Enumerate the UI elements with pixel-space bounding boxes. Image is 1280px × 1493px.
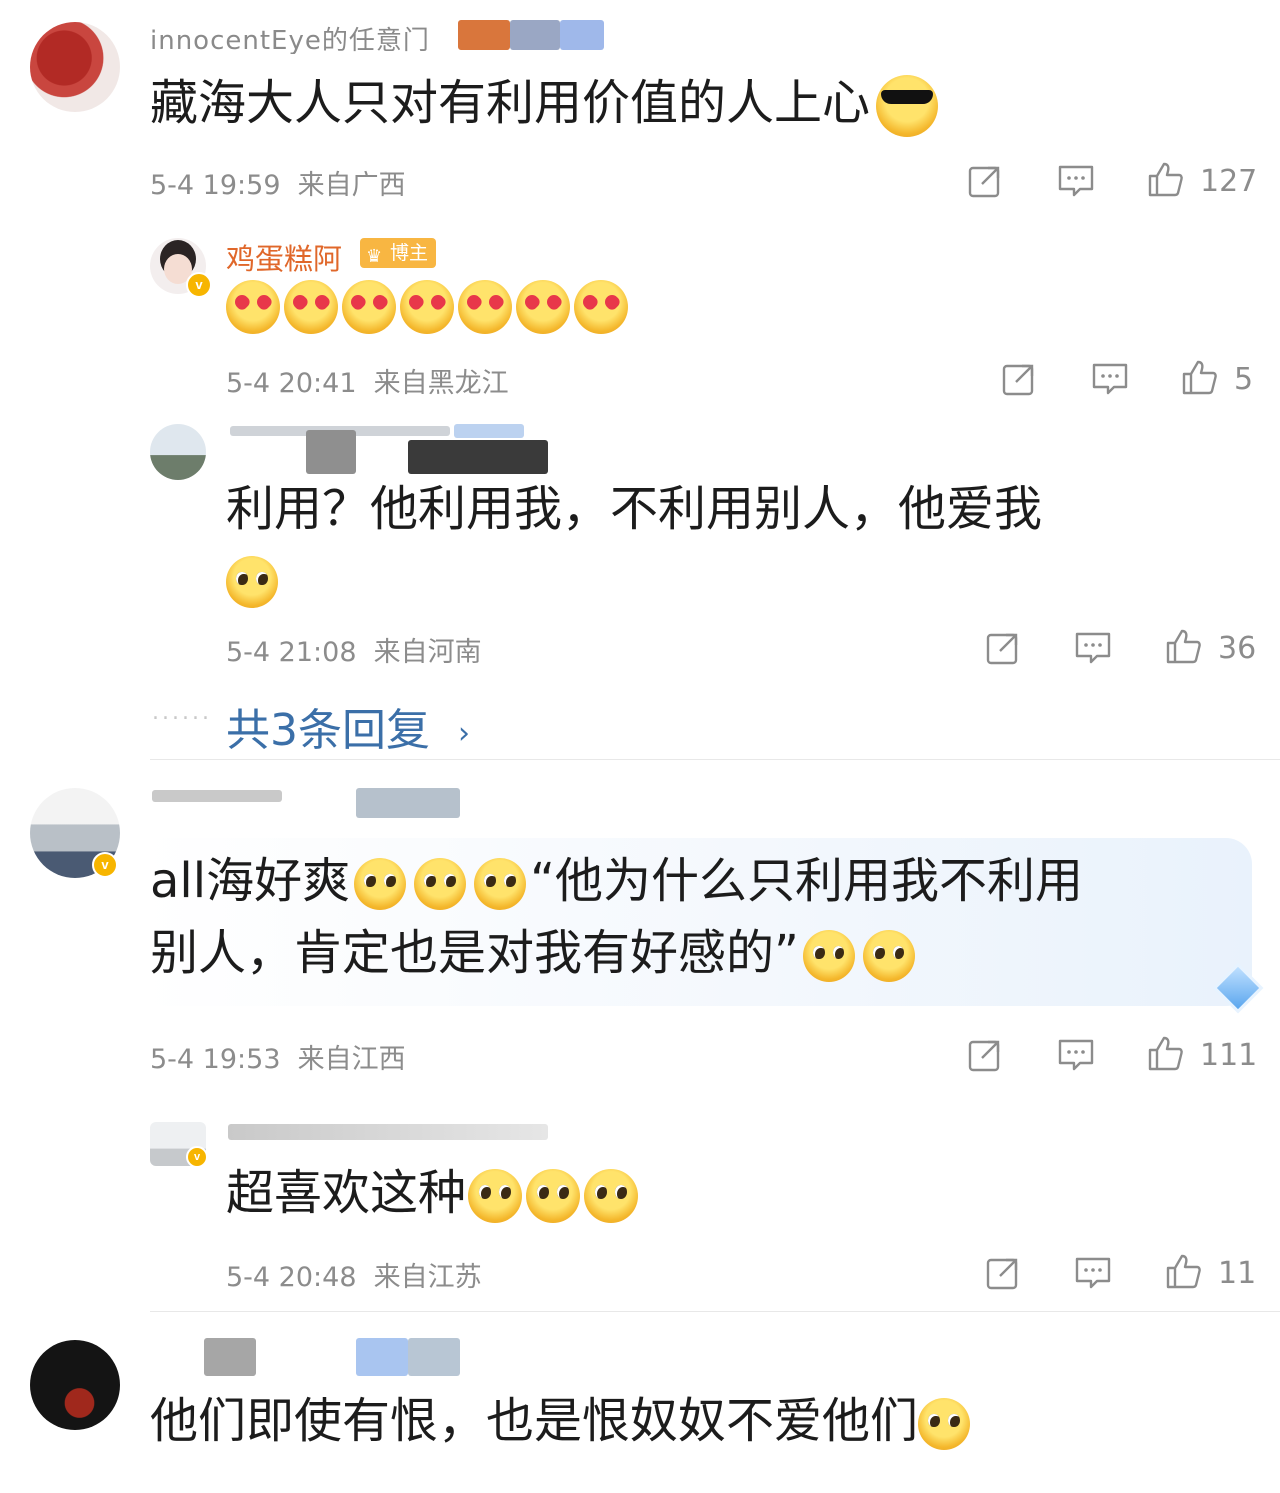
comment-text-body: 超喜欢这种 xyxy=(226,1165,467,1221)
comment-icon[interactable] xyxy=(1074,629,1112,667)
username-mask xyxy=(228,1124,548,1140)
timestamp: 5-4 20:48 xyxy=(226,1262,357,1293)
sweat-smile-emoji-icon xyxy=(354,858,407,910)
username-mask xyxy=(454,424,524,438)
comment-text-body: 利用？他利用我，不利用别人，他爱我 xyxy=(226,481,1043,537)
username-mask xyxy=(560,20,604,50)
like-count: 5 xyxy=(1234,362,1254,397)
dots-decoration: ...... xyxy=(152,700,212,725)
comment-text: 利用？他利用我，不利用别人，他爱我 xyxy=(226,474,1246,614)
thumbs-up-icon[interactable] xyxy=(1164,1252,1202,1290)
like-count: 111 xyxy=(1200,1038,1258,1073)
avatar[interactable] xyxy=(30,22,120,112)
thumbs-up-icon[interactable] xyxy=(1164,627,1202,665)
more-replies-label: 共3条回复 xyxy=(226,705,430,756)
comment-text: 超喜欢这种 xyxy=(226,1158,639,1228)
timestamp: 5-4 21:08 xyxy=(226,637,357,668)
comment-text: 他们即使有恨，也是恨奴奴不爱他们 xyxy=(150,1386,971,1456)
heart-eyes-emoji-icon xyxy=(226,280,280,334)
heart-eyes-emoji-row xyxy=(226,280,628,334)
comment-icon[interactable] xyxy=(1057,1036,1095,1074)
sweat-smile-emoji-icon xyxy=(474,858,527,910)
share-icon[interactable] xyxy=(966,162,1004,200)
share-icon[interactable] xyxy=(966,1036,1004,1074)
comment-text-line2: 别人，肯定也是对我有好感的” xyxy=(150,918,919,988)
heart-eyes-emoji-icon xyxy=(400,280,454,334)
comment-meta: 5-4 20:41 来自黑龙江 xyxy=(226,361,509,400)
popcorn-emoji-icon xyxy=(918,1398,971,1450)
verified-badge-icon: v xyxy=(92,852,118,878)
divider xyxy=(150,759,1280,760)
avatar[interactable] xyxy=(30,1340,120,1430)
sweat-smile-emoji-icon xyxy=(414,858,467,910)
timestamp: 5-4 19:53 xyxy=(150,1044,281,1075)
comment-meta: 5-4 21:08 来自河南 xyxy=(226,630,482,669)
comment-meta: 5-4 19:53 来自江西 xyxy=(150,1037,406,1076)
like-count: 36 xyxy=(1218,631,1257,666)
fade-overlay xyxy=(1000,1390,1280,1493)
laughing-crying-emoji-icon xyxy=(468,1169,523,1223)
username[interactable]: innocentEye的任意门 xyxy=(150,20,450,54)
username-mask xyxy=(306,430,356,474)
location: 来自黑龙江 xyxy=(373,368,509,399)
verified-badge-icon: v xyxy=(186,1146,208,1168)
laughing-crying-emoji-icon xyxy=(526,1169,581,1223)
username-mask xyxy=(510,20,560,50)
thumbs-up-icon[interactable] xyxy=(1146,1034,1184,1072)
comment-icon[interactable] xyxy=(1074,1254,1112,1292)
username-mask xyxy=(458,20,510,50)
pleading-emoji-icon xyxy=(802,930,855,982)
like-count: 127 xyxy=(1200,164,1258,199)
share-icon[interactable] xyxy=(1000,360,1038,398)
avatar[interactable] xyxy=(150,424,206,480)
comment-meta: 5-4 20:48 来自江苏 xyxy=(226,1255,482,1294)
crown-icon: ♛ xyxy=(366,246,383,267)
timestamp: 5-4 20:41 xyxy=(226,368,357,399)
heart-eyes-emoji-icon xyxy=(458,280,512,334)
like-count: 11 xyxy=(1218,1256,1257,1291)
comment-text-body: 藏海大人只对有利用价值的人上心 xyxy=(150,75,871,131)
pleading-emoji-icon xyxy=(862,930,915,982)
verified-badge-icon: v xyxy=(186,272,212,298)
thumbs-up-icon[interactable] xyxy=(1180,358,1218,396)
username-mask xyxy=(152,790,282,802)
comment-text-line1: all海好爽 “他为什么只利用我不利用 xyxy=(150,846,1083,916)
comment-text-part: “他为什么只利用我不利用 xyxy=(530,853,1083,909)
chevron-right-icon: › xyxy=(458,715,470,751)
timestamp: 5-4 19:59 xyxy=(150,170,281,201)
divider xyxy=(150,1311,1280,1312)
comment-text-part: 别人，肯定也是对我有好感的” xyxy=(150,925,799,981)
comment-text-part: all海好爽 xyxy=(150,853,351,909)
thumbs-up-icon[interactable] xyxy=(1146,160,1184,198)
share-icon[interactable] xyxy=(984,629,1022,667)
heart-eyes-emoji-icon xyxy=(284,280,338,334)
blogger-badge: ♛ 博主 xyxy=(360,238,437,268)
comment-icon[interactable] xyxy=(1091,360,1129,398)
comment-text: 藏海大人只对有利用价值的人上心 xyxy=(150,68,939,138)
laughing-crying-emoji-icon xyxy=(584,1169,639,1223)
username-mask xyxy=(408,1338,460,1376)
location: 来自江西 xyxy=(297,1044,406,1075)
username[interactable]: 鸡蛋糕阿 xyxy=(226,236,342,278)
pleading-emoji-icon xyxy=(226,556,278,608)
username-mask xyxy=(356,1338,408,1376)
location: 来自广西 xyxy=(297,170,406,201)
heart-eyes-emoji-icon xyxy=(342,280,396,334)
heart-eyes-emoji-icon xyxy=(516,280,570,334)
username-mask xyxy=(356,788,460,818)
comment-meta: 5-4 19:59 来自广西 xyxy=(150,163,406,202)
more-replies-link[interactable]: 共3条回复 › xyxy=(226,694,470,758)
share-icon[interactable] xyxy=(984,1254,1022,1292)
heart-eyes-emoji-icon xyxy=(574,280,628,334)
username-mask xyxy=(408,440,548,474)
location: 来自江苏 xyxy=(373,1262,482,1293)
username-mask xyxy=(204,1338,256,1376)
comment-icon[interactable] xyxy=(1057,162,1095,200)
cool-emoji-icon xyxy=(876,75,939,137)
comment-text-body: 他们即使有恨，也是恨奴奴不爱他们 xyxy=(150,1393,919,1449)
blogger-badge-label: 博主 xyxy=(390,242,429,264)
location: 来自河南 xyxy=(373,637,482,668)
